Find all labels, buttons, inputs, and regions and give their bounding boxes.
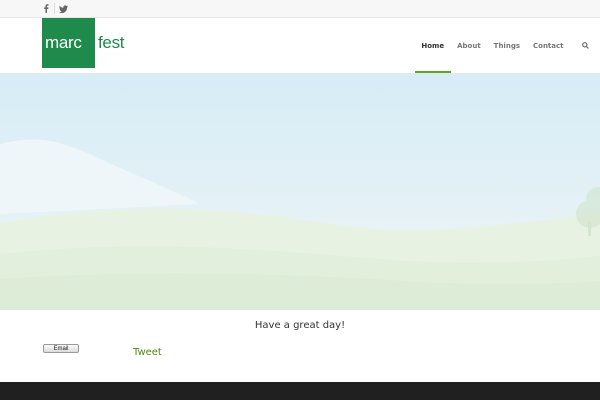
logo-text-fest: fest bbox=[98, 33, 125, 52]
site-logo[interactable]: marc fest bbox=[42, 18, 125, 68]
social-links bbox=[39, 0, 70, 17]
logo-text-marc: marc bbox=[45, 33, 82, 52]
nav-item-contact[interactable]: Contact bbox=[527, 18, 571, 73]
email-share-button[interactable]: Email bbox=[43, 344, 79, 353]
hero-banner bbox=[0, 74, 600, 310]
tagline-text: Have a great day! bbox=[254, 320, 346, 331]
social-divider bbox=[54, 3, 55, 14]
nav-item-things[interactable]: Things bbox=[487, 18, 526, 73]
site-header: marc fest Home About Things Contact bbox=[0, 18, 600, 74]
twitter-icon[interactable] bbox=[57, 2, 70, 15]
site-footer bbox=[0, 382, 600, 400]
main-nav: Home About Things Contact bbox=[414, 18, 600, 73]
nav-item-about[interactable]: About bbox=[451, 18, 488, 73]
top-bar bbox=[0, 0, 600, 18]
facebook-icon[interactable] bbox=[39, 2, 52, 15]
search-icon[interactable] bbox=[570, 18, 600, 73]
hero-landscape-image bbox=[0, 74, 600, 310]
tweet-link[interactable]: Tweet bbox=[133, 347, 162, 358]
nav-item-home[interactable]: Home bbox=[414, 18, 451, 73]
